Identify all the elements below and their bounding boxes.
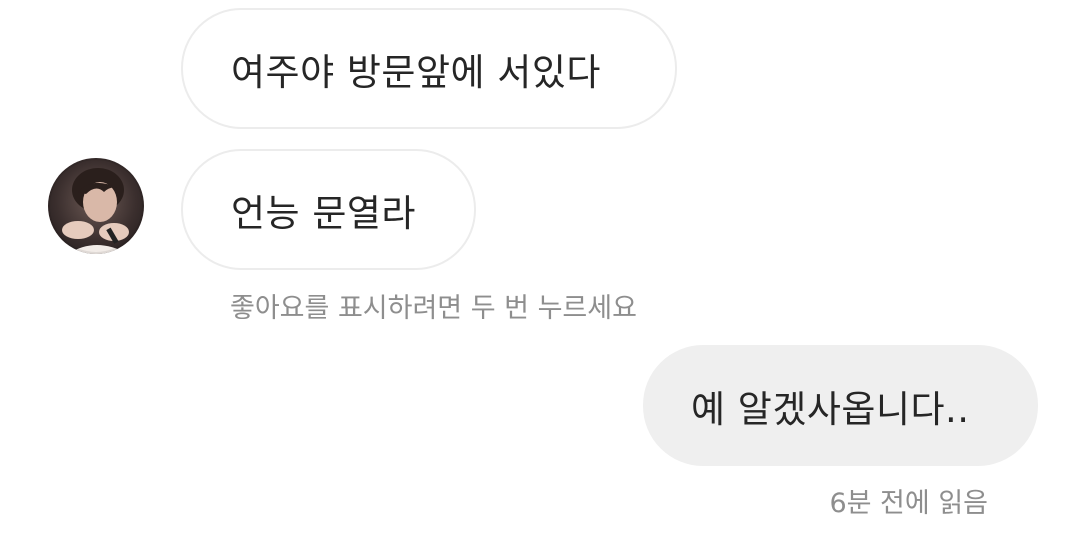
outgoing-message-bubble[interactable]: 예 알겠사옵니다.. xyxy=(643,345,1038,466)
double-tap-like-hint: 좋아요를 표시하려면 두 번 누르세요 xyxy=(230,293,637,324)
message-text: 언능 문열라 xyxy=(231,191,416,235)
message-text: 예 알겠사옵니다.. xyxy=(691,387,970,431)
read-receipt: 6분 전에 읽음 xyxy=(829,488,988,519)
sender-avatar[interactable] xyxy=(48,158,144,254)
incoming-message-bubble[interactable]: 여주야 방문앞에 서있다 xyxy=(181,8,677,129)
avatar-photo-icon xyxy=(48,158,144,254)
incoming-message-bubble[interactable]: 언능 문열라 xyxy=(181,149,476,270)
message-text: 여주야 방문앞에 서있다 xyxy=(231,50,601,94)
